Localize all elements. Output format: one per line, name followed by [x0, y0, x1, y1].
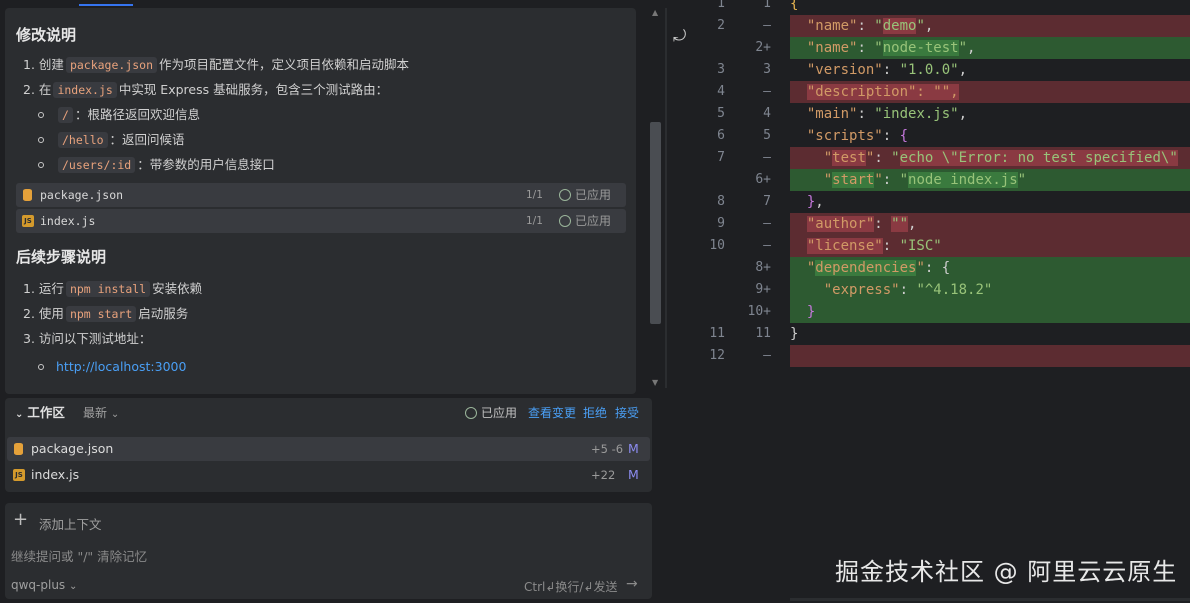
diff-line-added: 2+ "name": "node-test", [665, 37, 1190, 59]
modified-badge: M [628, 467, 639, 482]
plus-icon[interactable]: + [13, 509, 28, 530]
inline-code: npm start [65, 306, 137, 322]
reject-button[interactable]: 拒绝 [583, 398, 607, 428]
scroll-up-arrow-icon[interactable]: ▲ [652, 8, 658, 17]
applied-status: 已应用 [465, 398, 517, 428]
workspace-header: ⌄ 工作区 最新 ⌄ 已应用 查看变更 拒绝 接受 [5, 398, 652, 428]
chevron-down-icon: ⌄ [15, 409, 24, 420]
diff-line-deleted: 10— "license": "ISC" [665, 235, 1190, 257]
inline-code: /hello [58, 132, 108, 148]
list-item: 1. 创建 package.json 作为项目配置文件，定义项目依赖和启动脚本 [23, 57, 410, 73]
diff-line-deleted: 4— "description": "", [665, 81, 1190, 103]
route-item: /hello ：返回问候语 [16, 127, 626, 152]
diff-line-added: 10+ } [665, 301, 1190, 323]
scroll-down-arrow-icon[interactable]: ▼ [652, 378, 658, 387]
localhost-link[interactable]: http://localhost:3000 [56, 359, 186, 374]
diff-editor: ⤾ 11 { 2— "name": "demo", 2+ "name": "no… [665, 0, 1190, 603]
bullet-icon [38, 161, 44, 168]
changed-file-package-json[interactable]: package.json 1/1 已应用 [16, 183, 626, 207]
sort-dropdown[interactable]: 最新 ⌄ [83, 398, 119, 430]
bullet-icon [38, 111, 44, 118]
chat-scrollbar-thumb[interactable] [650, 122, 661, 324]
list-item: 2. 在 index.js 中实现 Express 基础服务，包含三个测试路由： [23, 82, 389, 98]
diff-line-deleted: 2— "name": "demo", [665, 15, 1190, 37]
route-item: /users/:id ：带参数的用户信息接口 [16, 152, 626, 177]
chat-message: 修改说明 1. 创建 package.json 作为项目配置文件，定义项目依赖和启动… [5, 8, 636, 394]
add-context-button[interactable]: 添加上下文 [39, 514, 102, 533]
changed-file-index-js[interactable]: JS index.js 1/1 已应用 [16, 209, 626, 233]
view-changes-button[interactable]: 查看变更 [528, 398, 576, 428]
inline-code: / [58, 107, 73, 123]
route-item: / ：根路径返回欢迎信息 [16, 102, 626, 127]
database-icon [14, 443, 23, 455]
chevron-down-icon: ⌄ [110, 409, 120, 420]
check-circle-icon [559, 188, 571, 201]
inline-code: package.json [65, 57, 158, 73]
chat-input-placeholder[interactable]: 继续提问或 "/" 清除记忆 [11, 546, 147, 565]
editor-bottom-border [790, 598, 1190, 601]
diff-line: 54 "main": "index.js", [717, 106, 968, 122]
list-item: 2. 使用 npm start 启动服务 [23, 306, 189, 322]
check-circle-icon [465, 406, 477, 419]
applied-status: 已应用 [559, 183, 611, 207]
active-tab-indicator[interactable] [79, 0, 133, 6]
js-file-icon: JS [22, 215, 34, 227]
send-hint: Ctrl↲换行/↲发送 [524, 580, 618, 594]
diff-line-deleted: 9— "author": "", [665, 213, 1190, 235]
list-item: 3. 访问以下测试地址： [23, 331, 152, 346]
diff-line: 33 "version": "1.0.0", [717, 62, 968, 78]
section-title-changes: 修改说明 [16, 26, 77, 44]
list-item: 1. 运行 npm install 安装依赖 [23, 281, 203, 297]
diff-line: 11 11 } [709, 326, 799, 342]
bullet-icon [38, 136, 44, 143]
diff-line-deleted: 7— "test": "echo \"Error: no test specif… [665, 147, 1190, 169]
chevron-down-icon: ⌄ [69, 581, 78, 592]
bullet-icon [38, 363, 44, 370]
diff-line: 87 }, [717, 194, 824, 210]
model-selector[interactable]: qwq-plus ⌄ [11, 578, 77, 592]
workspace-panel: ⌄ 工作区 最新 ⌄ 已应用 查看变更 拒绝 接受 package.json +5… [5, 398, 652, 492]
chat-panel: 修改说明 1. 创建 package.json 作为项目配置文件，定义项目依赖和启动… [0, 0, 665, 603]
chat-input-box[interactable]: + 添加上下文 继续提问或 "/" 清除记忆 qwq-plus ⌄ Ctrl↲换… [5, 503, 652, 599]
diff-line-deleted: 12— [665, 345, 1190, 367]
workspace-file-index-js[interactable]: JS index.js +22 M [7, 463, 650, 487]
inline-code: npm install [65, 281, 151, 297]
accept-button[interactable]: 接受 [615, 398, 639, 428]
send-arrow-icon[interactable]: → [626, 576, 638, 592]
section-title-next-steps: 后续步骤说明 [16, 248, 107, 266]
check-circle-icon [559, 214, 571, 227]
database-icon [23, 189, 32, 201]
diff-line-added: 6+ "start": "node index.js" [665, 169, 1190, 191]
modified-badge: M [628, 441, 639, 456]
diff-line-added: 8+ "dependencies": { [665, 257, 1190, 279]
workspace-file-package-json[interactable]: package.json +5 -6 M [7, 437, 650, 461]
js-file-icon: JS [13, 469, 25, 481]
watermark-text: 掘金技术社区 @ 阿里云云原生 [835, 558, 1178, 586]
diff-line: 65 "scripts": { [717, 128, 909, 144]
inline-code: index.js [53, 82, 117, 98]
inline-code: /users/:id [58, 157, 136, 173]
applied-status: 已应用 [559, 209, 611, 233]
workspace-title[interactable]: ⌄ 工作区 [15, 398, 65, 430]
url-item: http://localhost:3000 [16, 354, 626, 379]
diff-line-added: 9+ "express": "^4.18.2" [665, 279, 1190, 301]
diff-line: 11 { [717, 0, 799, 12]
